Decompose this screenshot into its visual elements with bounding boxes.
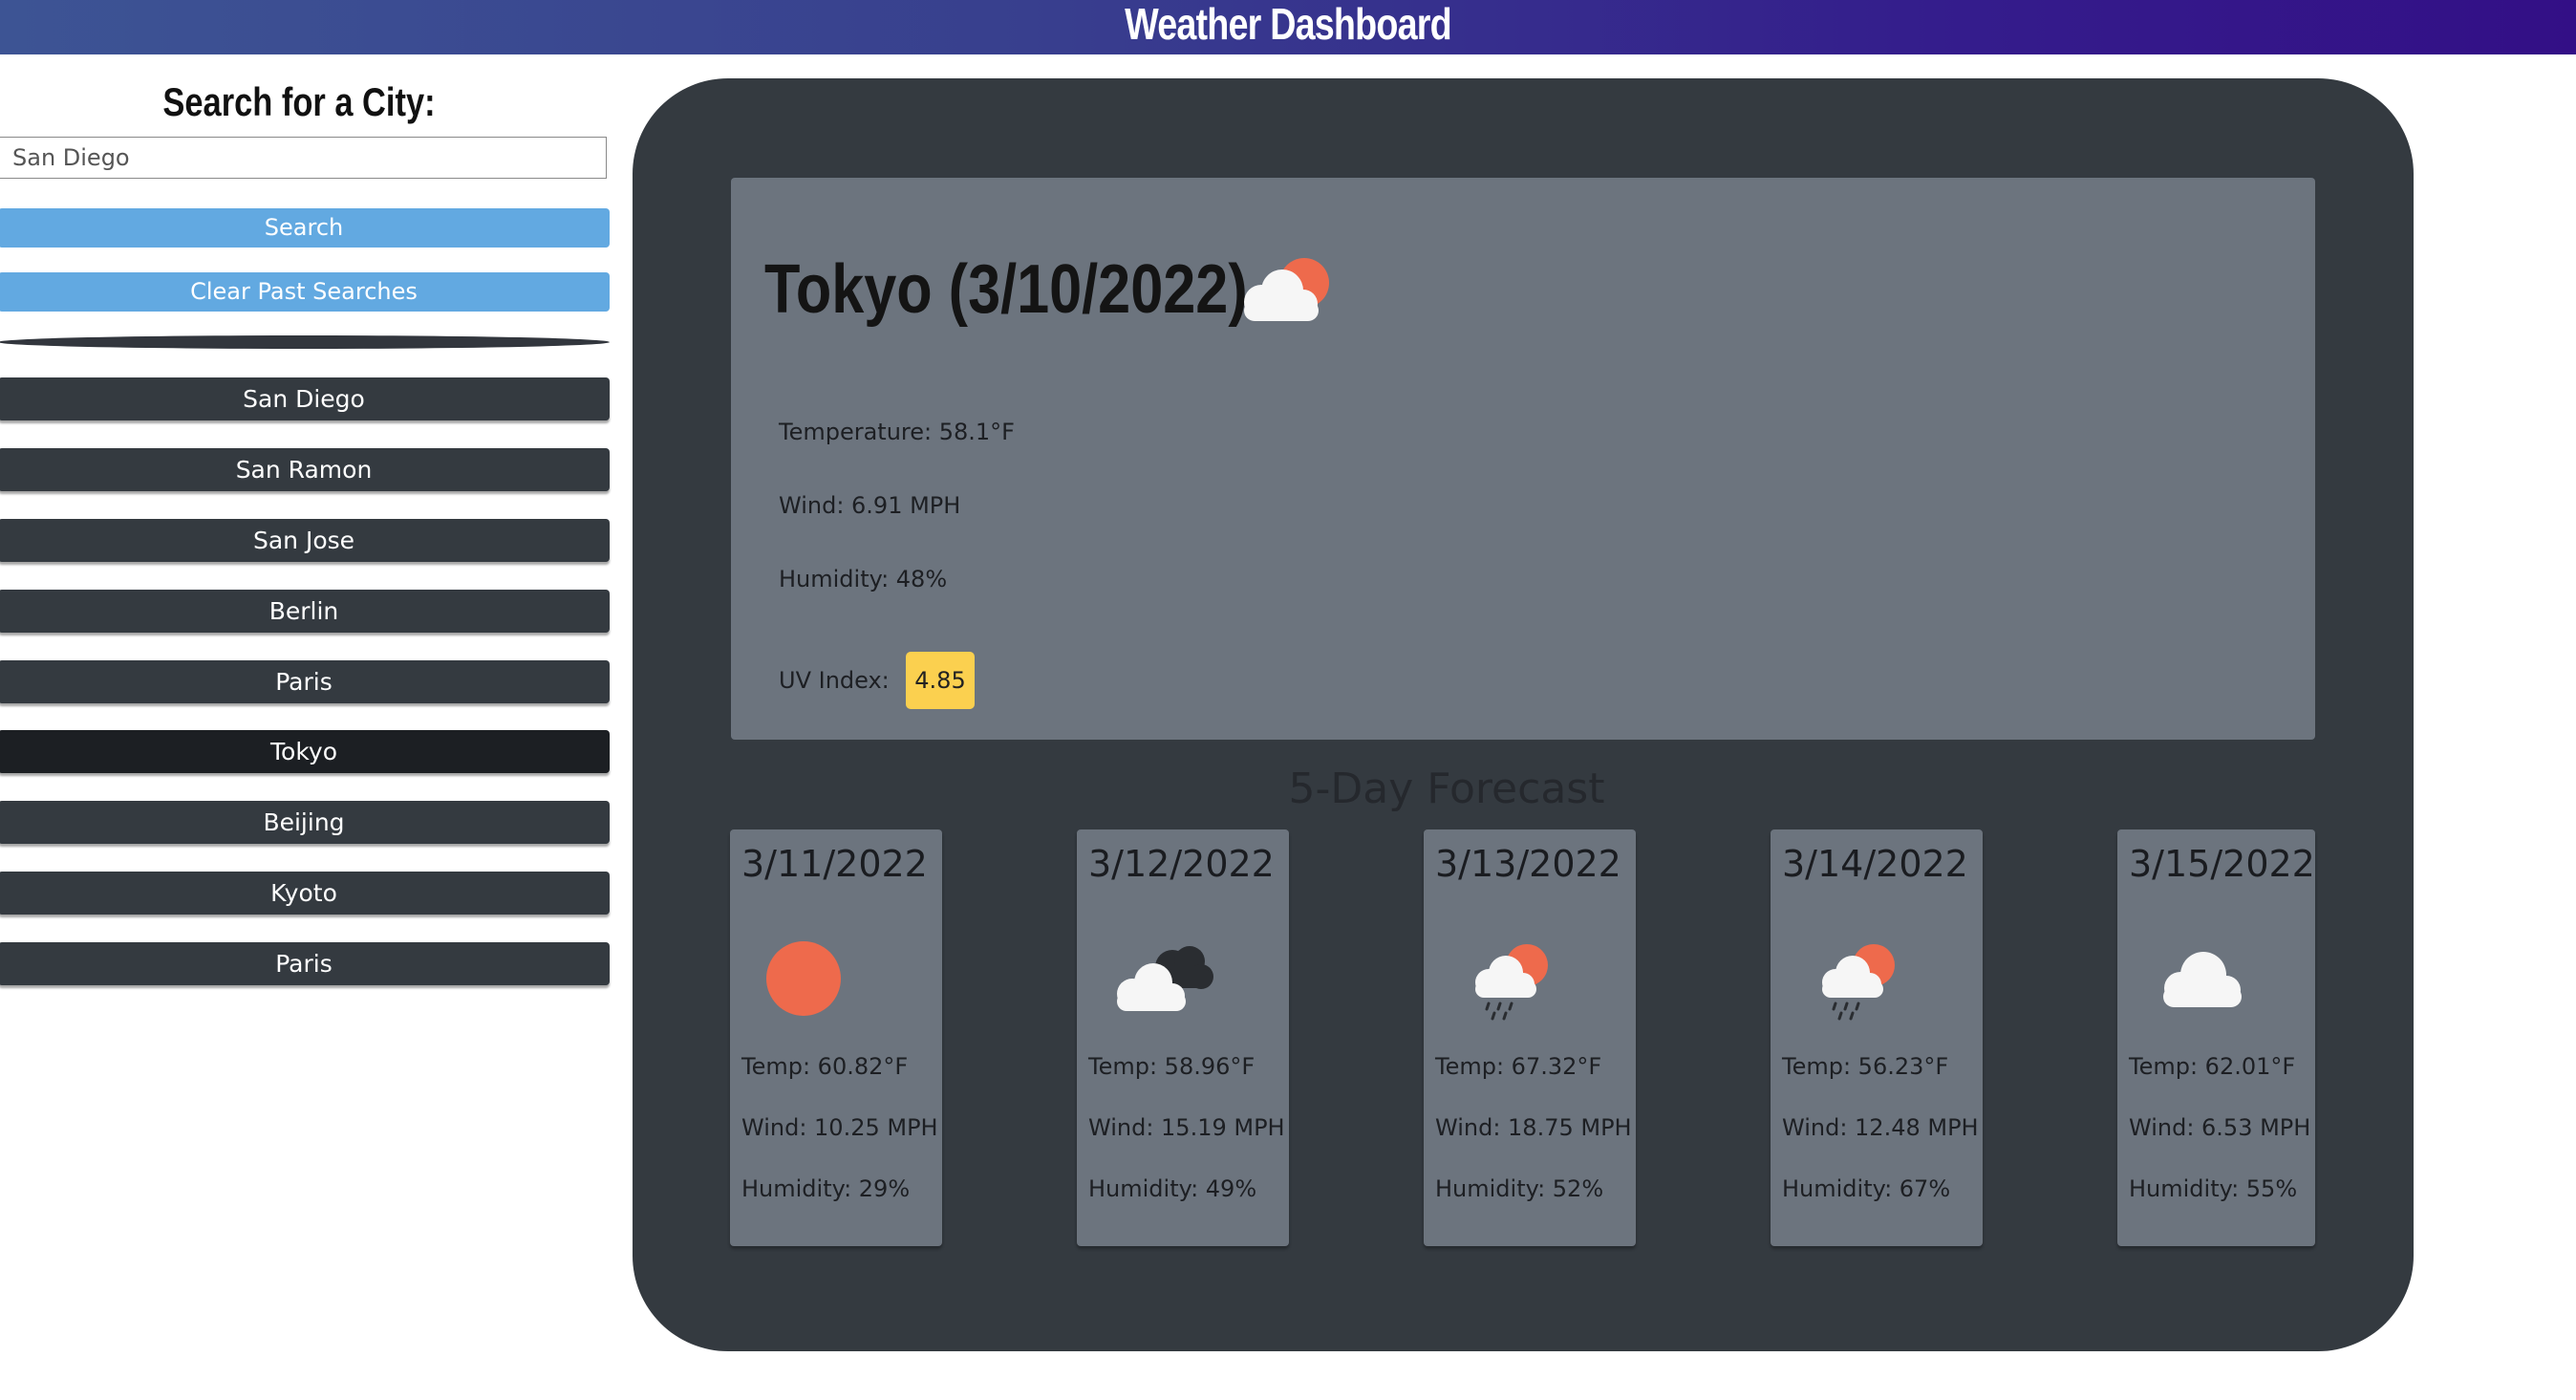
current-humidity: Humidity: 48%: [779, 566, 948, 592]
forecast-humidity: Humidity: 67%: [1782, 1175, 1951, 1202]
forecast-title: 5-Day Forecast: [1288, 765, 1605, 813]
history-city-button[interactable]: Beijing: [0, 801, 610, 844]
forecast-humidity: Humidity: 52%: [1435, 1175, 1604, 1202]
cloud-icon: [2154, 942, 2259, 1023]
history-city-button[interactable]: Paris: [0, 942, 610, 985]
sun-rain-icon: [1814, 937, 1910, 1026]
weather-panel: Tokyo (3/10/2022) Temperature: 58.1°F Wi…: [633, 78, 2414, 1351]
current-temperature: Temperature: 58.1°F: [779, 419, 1015, 445]
history-city-button[interactable]: Berlin: [0, 590, 610, 633]
forecast-date: 3/14/2022: [1782, 843, 1968, 885]
clear-past-searches-button[interactable]: Clear Past Searches: [0, 272, 610, 312]
history-city-button[interactable]: San Diego: [0, 377, 610, 420]
uv-index-badge: 4.85: [906, 652, 975, 709]
history-city-button[interactable]: Paris: [0, 660, 610, 703]
forecast-humidity: Humidity: 29%: [741, 1175, 911, 1202]
app-header: Weather Dashboard: [0, 0, 2576, 54]
sun-rain-icon: [1468, 937, 1563, 1026]
current-wind: Wind: 6.91 MPH: [779, 492, 961, 519]
forecast-wind: Wind: 18.75 MPH: [1435, 1114, 1632, 1141]
current-city-title: Tokyo (3/10/2022): [764, 251, 1248, 328]
history-city-button[interactable]: San Jose: [0, 519, 610, 562]
forecast-wind: Wind: 10.25 MPH: [741, 1114, 938, 1141]
forecast-card: 3/11/2022 Temp: 60.82°F Wind: 10.25 MPH …: [730, 829, 942, 1246]
forecast-temp: Temp: 62.01°F: [2129, 1053, 2296, 1080]
forecast-temp: Temp: 67.32°F: [1435, 1053, 1602, 1080]
uv-index-label: UV Index:: [779, 667, 890, 694]
forecast-wind: Wind: 12.48 MPH: [1782, 1114, 1979, 1141]
forecast-date: 3/15/2022: [2129, 843, 2315, 885]
forecast-card: 3/13/2022 Temp: 67.32°F Wind: 18.75 MPH …: [1424, 829, 1636, 1246]
sun-icon: [759, 935, 854, 1024]
history-city-button-active[interactable]: Tokyo: [0, 730, 610, 773]
forecast-humidity: Humidity: 49%: [1088, 1175, 1257, 1202]
forecast-card: 3/15/2022 Temp: 62.01°F Wind: 6.53 MPH H…: [2117, 829, 2315, 1246]
city-search-input[interactable]: [0, 137, 607, 179]
search-heading: Search for a City:: [162, 79, 436, 124]
forecast-temp: Temp: 58.96°F: [1088, 1053, 1256, 1080]
forecast-temp: Temp: 60.82°F: [741, 1053, 909, 1080]
current-weather-card: Tokyo (3/10/2022) Temperature: 58.1°F Wi…: [731, 178, 2315, 740]
forecast-date: 3/11/2022: [741, 843, 928, 885]
forecast-date: 3/13/2022: [1435, 843, 1621, 885]
sidebar-divider: [0, 335, 610, 349]
partly-cloudy-icon: [1233, 252, 1338, 333]
forecast-date: 3/12/2022: [1088, 843, 1275, 885]
forecast-wind: Wind: 6.53 MPH: [2129, 1114, 2311, 1141]
forecast-card: 3/14/2022 Temp: 56.23°F Wind: 12.48 MPH …: [1771, 829, 1983, 1246]
search-button[interactable]: Search: [0, 208, 610, 248]
forecast-wind: Wind: 15.19 MPH: [1088, 1114, 1285, 1141]
history-city-button[interactable]: San Ramon: [0, 448, 610, 491]
history-city-button[interactable]: Kyoto: [0, 872, 610, 915]
overcast-clouds-icon: [1109, 935, 1224, 1024]
forecast-humidity: Humidity: 55%: [2129, 1175, 2298, 1202]
forecast-temp: Temp: 56.23°F: [1782, 1053, 1949, 1080]
app-title: Weather Dashboard: [1125, 0, 1452, 49]
forecast-card: 3/12/2022 Temp: 58.96°F Wind: 15.19 MPH: [1077, 829, 1289, 1246]
